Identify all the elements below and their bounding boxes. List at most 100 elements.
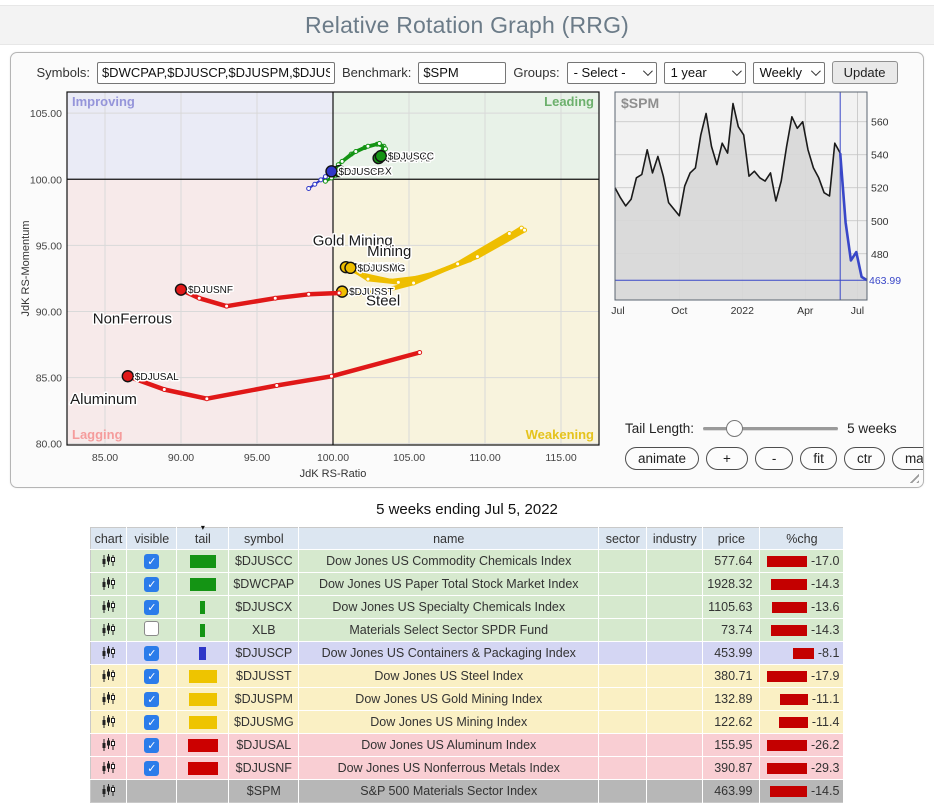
center-button[interactable]: ctr bbox=[844, 447, 885, 470]
visible-checkbox[interactable]: ✓ bbox=[144, 646, 159, 661]
price-cell: 390.87 bbox=[703, 757, 760, 780]
industry-cell bbox=[647, 573, 703, 596]
zoom-in-button[interactable]: + bbox=[706, 447, 748, 470]
price-cell: 73.74 bbox=[703, 619, 760, 642]
visible-checkbox[interactable]: ✓ bbox=[144, 692, 159, 707]
rrg-head-$DJUSAL[interactable] bbox=[122, 371, 133, 382]
slider-track[interactable] bbox=[703, 427, 838, 430]
svg-text:540: 540 bbox=[871, 150, 889, 162]
open-chart-cell[interactable] bbox=[90, 573, 127, 596]
visible-checkbox[interactable]: ✓ bbox=[144, 554, 159, 569]
update-button[interactable]: Update bbox=[832, 61, 898, 84]
period-select[interactable]: 1 year bbox=[664, 62, 746, 84]
visible-checkbox[interactable] bbox=[144, 621, 159, 636]
quadrant-label-weakening: Weakening bbox=[526, 427, 594, 442]
benchmark-chart[interactable]: $SPM480500520540560463.99JulOct2022AprJu… bbox=[611, 88, 911, 316]
table-row-$SPM: $SPMS&P 500 Materials Sector Index463.99… bbox=[90, 780, 844, 803]
price-cell: 132.89 bbox=[703, 688, 760, 711]
column-header-chg[interactable]: %chg bbox=[760, 528, 844, 550]
slider-handle[interactable] bbox=[726, 420, 743, 437]
candlestick-chart-icon bbox=[102, 600, 115, 614]
visible-checkbox[interactable]: ✓ bbox=[144, 577, 159, 592]
visible-checkbox[interactable]: ✓ bbox=[144, 600, 159, 615]
open-chart-cell[interactable] bbox=[90, 688, 127, 711]
tail-length-slider[interactable] bbox=[703, 420, 838, 437]
svg-text:95.00: 95.00 bbox=[244, 452, 270, 464]
pct-change-bar bbox=[770, 786, 807, 797]
visible-checkbox[interactable]: ✓ bbox=[144, 738, 159, 753]
visible-checkbox[interactable]: ✓ bbox=[144, 669, 159, 684]
rrg-group-label: NonFerrous bbox=[93, 310, 172, 327]
pct-change-bar bbox=[780, 694, 808, 705]
rrg-head-$DJUSNF[interactable] bbox=[176, 284, 187, 295]
tail-color-swatch bbox=[190, 555, 216, 568]
frequency-select[interactable]: Weekly bbox=[753, 62, 825, 84]
rrg-symbol-label: $DJUSNF bbox=[188, 285, 233, 296]
industry-cell bbox=[647, 642, 703, 665]
column-header-visible[interactable]: visible bbox=[127, 528, 177, 550]
column-header-symbol[interactable]: symbol bbox=[229, 528, 299, 550]
fit-button[interactable]: fit bbox=[800, 447, 837, 470]
rrg-head-$DJUSMG[interactable] bbox=[345, 262, 356, 273]
open-chart-cell[interactable] bbox=[90, 596, 127, 619]
sector-cell bbox=[599, 757, 647, 780]
zoom-out-button[interactable]: - bbox=[755, 447, 794, 470]
visible-checkbox[interactable]: ✓ bbox=[144, 715, 159, 730]
table-row-$DJUSCP: ✓$DJUSCPDow Jones US Containers & Packag… bbox=[90, 642, 844, 665]
industry-cell bbox=[647, 711, 703, 734]
name-cell: Dow Jones US Nonferrous Metals Index bbox=[299, 757, 599, 780]
column-header-price[interactable]: price bbox=[703, 528, 760, 550]
pct-change-value: -29.3 bbox=[811, 761, 840, 775]
sector-cell bbox=[599, 711, 647, 734]
column-header-chart[interactable]: chart bbox=[90, 528, 127, 550]
open-chart-cell[interactable] bbox=[90, 757, 127, 780]
max-button[interactable]: max bbox=[892, 447, 924, 470]
open-chart-cell[interactable] bbox=[90, 780, 127, 803]
rrg-group-label: Aluminum bbox=[70, 391, 137, 408]
name-cell: Dow Jones US Gold Mining Index bbox=[299, 688, 599, 711]
industry-cell bbox=[647, 734, 703, 757]
symbols-input[interactable] bbox=[97, 62, 335, 84]
column-header-industry[interactable]: industry bbox=[647, 528, 703, 550]
svg-text:100.00: 100.00 bbox=[30, 174, 62, 186]
column-header-tail[interactable]: tail▾ bbox=[177, 528, 229, 550]
candlestick-chart-icon bbox=[102, 761, 115, 775]
rrg-head-$DJUSCP[interactable] bbox=[326, 166, 337, 177]
price-cell: 577.64 bbox=[703, 550, 760, 573]
pct-change-bar bbox=[793, 648, 814, 659]
price-cell: 1105.63 bbox=[703, 596, 760, 619]
symbol-cell: $DJUSPM bbox=[229, 688, 299, 711]
pct-change-bar bbox=[767, 671, 807, 682]
open-chart-cell[interactable] bbox=[90, 642, 127, 665]
table-row-$DJUSST: ✓$DJUSSTDow Jones US Steel Index380.71-1… bbox=[90, 665, 844, 688]
groups-label: Groups: bbox=[513, 65, 559, 80]
benchmark-chart-title: $SPM bbox=[621, 95, 659, 111]
open-chart-cell[interactable] bbox=[90, 711, 127, 734]
benchmark-input[interactable] bbox=[418, 62, 506, 84]
pct-change-bar bbox=[767, 740, 807, 751]
animate-button[interactable]: animate bbox=[625, 447, 699, 470]
open-chart-cell[interactable] bbox=[90, 550, 127, 573]
rrg-chart[interactable]: 85.0090.0095.00100.00105.00110.00115.008… bbox=[17, 88, 603, 484]
open-chart-cell[interactable] bbox=[90, 734, 127, 757]
visible-checkbox[interactable]: ✓ bbox=[144, 761, 159, 776]
svg-text:560: 560 bbox=[871, 117, 889, 129]
pct-change-value: -14.5 bbox=[811, 784, 840, 798]
table-row-$DWCPAP: ✓$DWCPAPDow Jones US Paper Total Stock M… bbox=[90, 573, 844, 596]
price-cell: 463.99 bbox=[703, 780, 760, 803]
open-chart-cell[interactable] bbox=[90, 619, 127, 642]
symbol-cell: XLB bbox=[229, 619, 299, 642]
symbols-label: Symbols: bbox=[36, 65, 89, 80]
open-chart-cell[interactable] bbox=[90, 665, 127, 688]
rrg-head-$DJUSCC[interactable] bbox=[375, 151, 386, 162]
svg-text:480: 480 bbox=[871, 249, 889, 261]
price-cell: 122.62 bbox=[703, 711, 760, 734]
price-cell: 155.95 bbox=[703, 734, 760, 757]
industry-cell bbox=[647, 688, 703, 711]
table-caption: 5 weeks ending Jul 5, 2022 bbox=[0, 501, 934, 518]
column-header-sector[interactable]: sector bbox=[599, 528, 647, 550]
symbol-cell: $DJUSCX bbox=[229, 596, 299, 619]
candlestick-chart-icon bbox=[102, 715, 115, 729]
column-header-name[interactable]: name bbox=[299, 528, 599, 550]
groups-select[interactable]: - Select - bbox=[567, 62, 657, 84]
